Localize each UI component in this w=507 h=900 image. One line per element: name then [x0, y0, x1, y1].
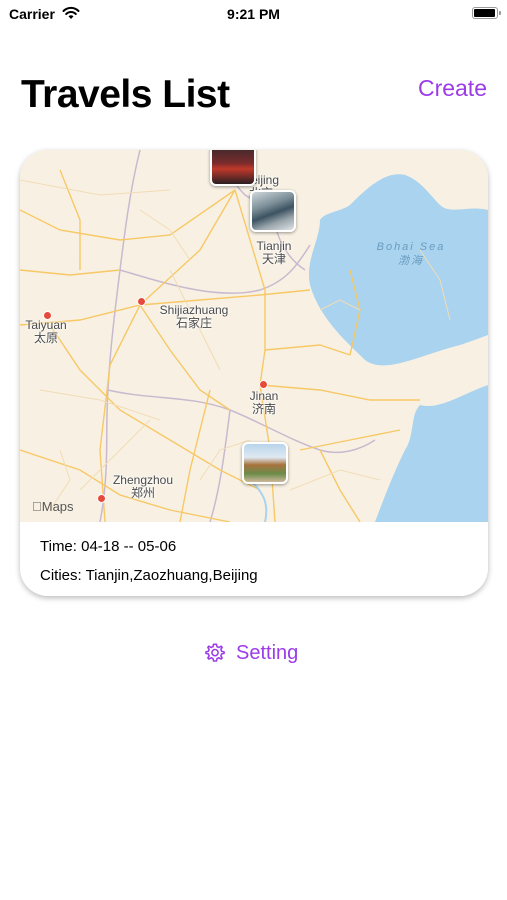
page-title: Travels List	[21, 73, 230, 116]
setting-label: Setting	[236, 641, 299, 664]
city-label-jinan: Jinan 济南	[249, 389, 279, 416]
city-label-zhengzhou: Zhengzhou 郑州	[112, 473, 174, 500]
city-dot-jinan	[259, 380, 268, 389]
apple-logo-icon: 	[32, 499, 42, 514]
setting-button[interactable]: Setting	[204, 640, 298, 666]
city-label-tianjin: Tianjin 天津	[256, 239, 292, 266]
status-bar: Carrier 9:21 PM	[0, 0, 507, 28]
gear-icon	[205, 643, 225, 662]
travel-cities: Cities: Tianjin,Zaozhuang,Beijing	[40, 567, 258, 584]
travel-time: Time: 04-18 -- 05-06	[40, 538, 177, 555]
city-label-taiyuan: Taiyuan 太原	[25, 318, 67, 345]
photo-pin-zaozhuang[interactable]	[242, 442, 288, 484]
maps-attribution: Maps	[32, 499, 74, 514]
photo-pin-tianjin[interactable]	[250, 190, 296, 232]
status-time: 9:21 PM	[227, 6, 280, 22]
battery-icon	[472, 7, 501, 19]
travel-map[interactable]: Taiyuan 太原 Shijiazhuang 石家庄 Jinan 济南 Zhengz…	[20, 150, 488, 522]
sea-label-bohai: Bohai Sea 渤海	[376, 241, 446, 267]
city-label-shijiazhuang: Shijiazhuang 石家庄	[159, 303, 229, 330]
travel-card[interactable]: Taiyuan 太原 Shijiazhuang 石家庄 Jinan 济南 Zhengz…	[20, 150, 488, 596]
card-info: Time: 04-18 -- 05-06 Cities: Tianjin,Zao…	[20, 522, 488, 596]
photo-pin-beijing[interactable]	[210, 150, 256, 186]
create-button[interactable]: Create	[418, 75, 487, 102]
